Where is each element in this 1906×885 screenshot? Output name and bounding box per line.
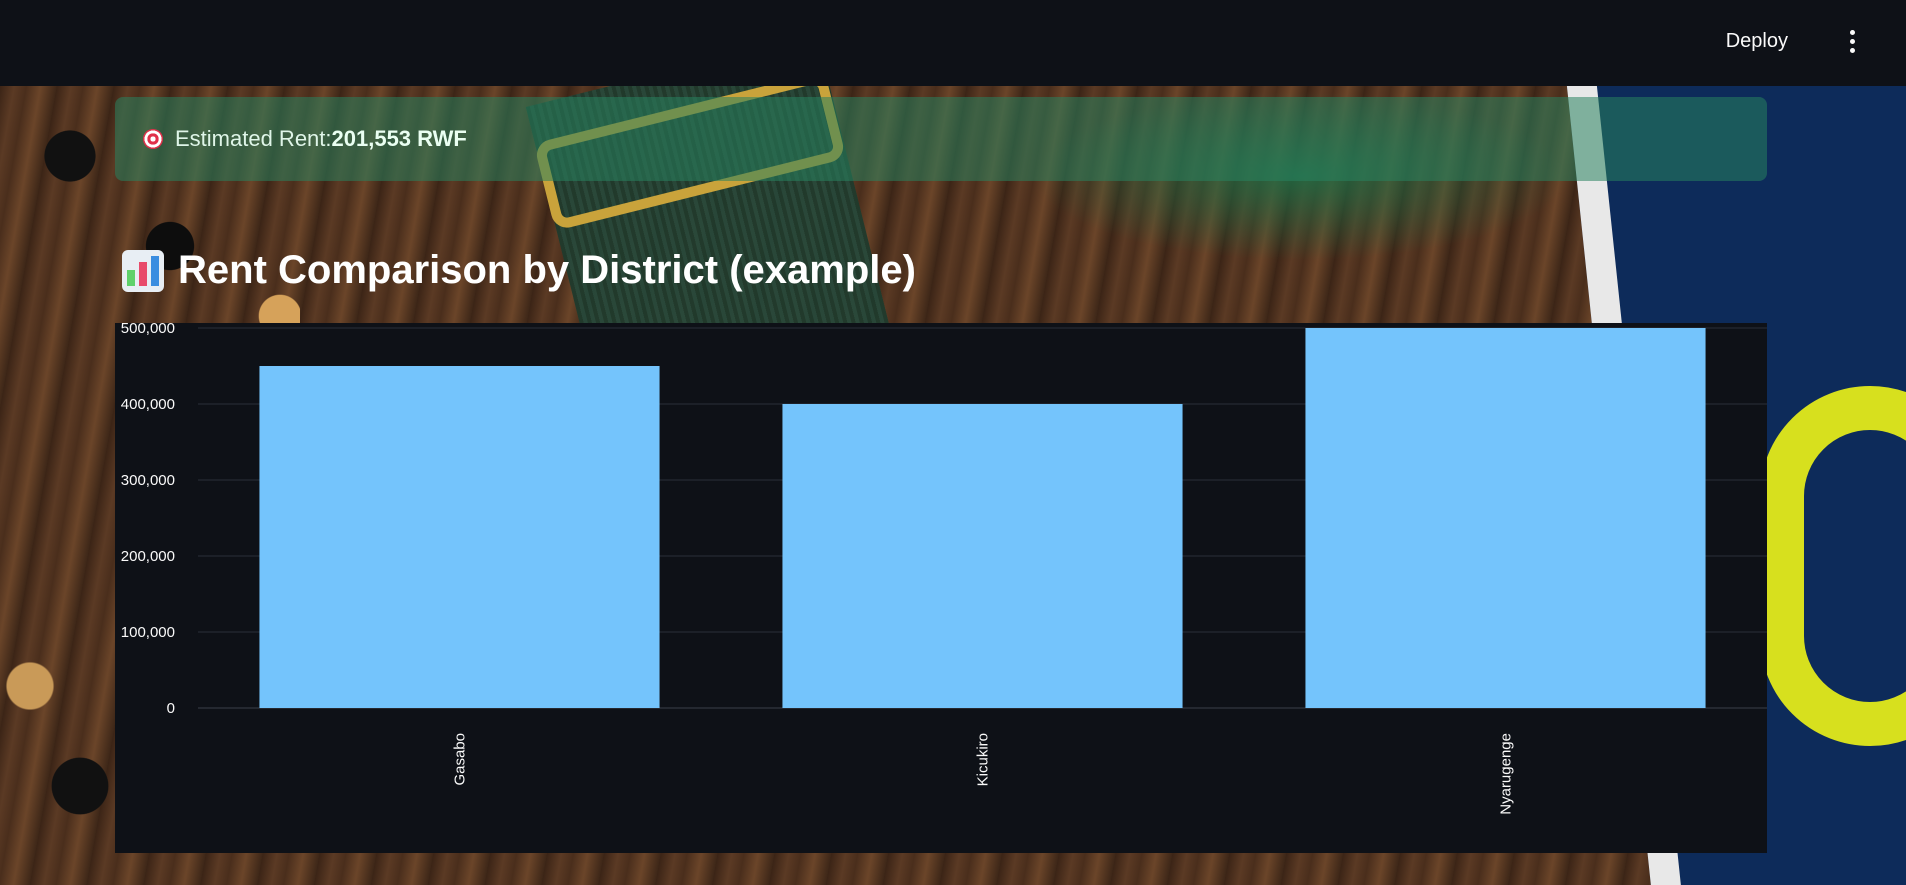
- section-title: Rent Comparison by District (example): [178, 248, 916, 292]
- y-tick-label: 400,000: [121, 396, 175, 413]
- estimated-rent-value: 201,553 RWF: [331, 126, 467, 151]
- bar-chart-icon: [122, 249, 164, 292]
- y-tick-label: 500,000: [121, 323, 175, 337]
- bar-nyarugenge: [1305, 328, 1706, 708]
- y-tick-label: 300,000: [121, 472, 175, 489]
- deploy-button[interactable]: Deploy: [1718, 24, 1796, 58]
- bar-chart[interactable]: 0 100,000 200,000 300,000 400,000 500,000 Gasa…: [115, 323, 1767, 853]
- kebab-menu-icon[interactable]: [1840, 24, 1864, 58]
- x-tick-label: Gasabo: [452, 733, 469, 786]
- section-heading: Rent Comparison by District (example): [122, 248, 916, 293]
- app-header: Deploy: [0, 0, 1906, 86]
- bar-gasabo: [259, 366, 660, 708]
- book-logo-decoration: [1760, 386, 1906, 746]
- x-tick-label: Nyarugenge: [1498, 733, 1515, 815]
- alert-prefix: Estimated Rent:: [175, 126, 332, 151]
- bar-kicukiro: [782, 404, 1183, 708]
- bar-chart-svg: 0 100,000 200,000 300,000 400,000 500,000 Gasa…: [121, 323, 1767, 815]
- y-tick-label: 0: [167, 700, 175, 717]
- target-icon: [143, 129, 163, 149]
- success-alert: Estimated Rent: 201,553 RWF: [115, 97, 1767, 181]
- y-tick-label: 100,000: [121, 624, 175, 641]
- y-tick-label: 200,000: [121, 548, 175, 565]
- x-tick-label: Kicukiro: [975, 733, 992, 786]
